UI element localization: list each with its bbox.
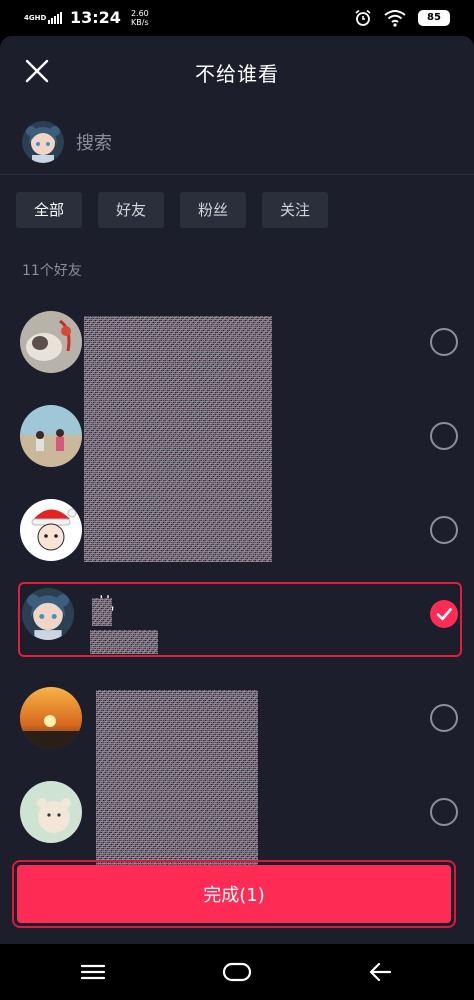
select-radio[interactable] xyxy=(430,704,458,732)
screen: 4GHD 13:24 2.60 KB/s 85 不给谁看 搜索 全部 好友 粉丝… xyxy=(0,0,474,1000)
redacted-names-block xyxy=(84,316,272,562)
tab-friends[interactable]: 好友 xyxy=(98,192,164,228)
anime-girl-avatar xyxy=(22,588,74,640)
filter-tabs: 全部 好友 粉丝 关注 xyxy=(16,192,328,228)
search-row xyxy=(0,114,474,172)
friend-count: 11个好友 xyxy=(22,263,82,279)
kids-beach-avatar xyxy=(20,405,82,467)
cartoon-santa-hat-avatar xyxy=(20,499,82,561)
network-speed-unit: KB/s xyxy=(131,17,149,27)
wifi-icon xyxy=(384,10,406,27)
back-icon[interactable] xyxy=(364,958,398,986)
battery-icon: 85 xyxy=(418,10,450,26)
cat-avatar xyxy=(20,311,82,373)
select-radio[interactable] xyxy=(430,516,458,544)
status-left: 4GHD 13:24 2.60 KB/s xyxy=(24,8,149,27)
current-user-avatar xyxy=(22,121,64,163)
bear-sticker-avatar xyxy=(20,781,82,843)
network-speed: 2.60 KB/s xyxy=(131,9,149,27)
sunset-avatar xyxy=(20,687,82,749)
select-radio[interactable] xyxy=(430,422,458,450)
alarm-icon xyxy=(355,9,371,26)
home-icon[interactable] xyxy=(220,958,254,986)
redacted-subtitle-block xyxy=(90,630,158,654)
tab-following[interactable]: 关注 xyxy=(262,192,328,228)
page-title: 不给谁看 xyxy=(195,62,279,86)
tab-all[interactable]: 全部 xyxy=(16,192,82,228)
network-type: 4GHD xyxy=(24,13,47,22)
network-speed-value: 2.60 xyxy=(130,8,149,18)
select-radio[interactable] xyxy=(430,798,458,826)
privacy-sheet: 不给谁看 全部 好友 粉丝 关注 xyxy=(0,36,474,944)
sheet-header: 不给谁看 xyxy=(0,36,474,108)
search-input[interactable] xyxy=(76,126,436,160)
status-bar: 4GHD 13:24 2.60 KB/s 85 xyxy=(0,0,474,36)
selection-highlight xyxy=(18,582,462,657)
redacted-name-fragment xyxy=(92,598,112,626)
select-radio[interactable] xyxy=(430,328,458,356)
redacted-names-block-bottom xyxy=(96,690,258,880)
menu-icon[interactable] xyxy=(76,958,110,986)
done-button[interactable]: 完成(1) xyxy=(17,865,451,923)
selected-check-icon[interactable] xyxy=(430,600,458,628)
list-item-selected[interactable]: 儿 xyxy=(0,576,474,670)
tab-fans[interactable]: 粉丝 xyxy=(180,192,246,228)
done-button-highlight: 完成(1) xyxy=(12,860,456,928)
status-right: 85 xyxy=(354,9,450,27)
search-divider xyxy=(0,174,474,175)
clock-time: 13:24 xyxy=(70,8,121,27)
signal-icon xyxy=(48,11,62,24)
system-nav-bar xyxy=(0,944,474,1000)
